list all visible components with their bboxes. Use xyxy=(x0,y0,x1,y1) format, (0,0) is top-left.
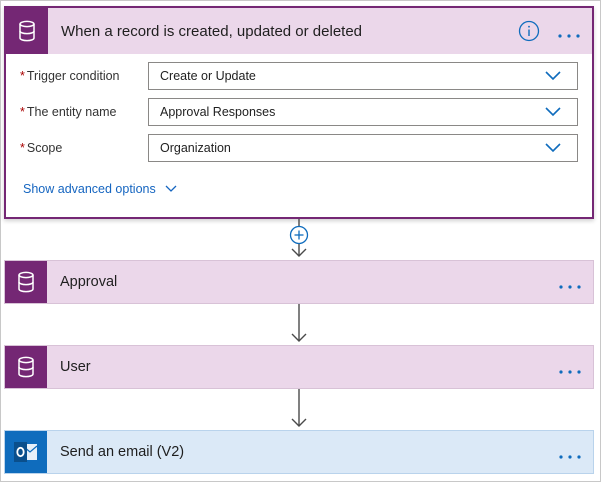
action-card-approval[interactable]: Approval xyxy=(4,260,594,304)
dropdown-value: Approval Responses xyxy=(160,105,276,119)
field-trigger-condition: * Trigger condition Create or Update xyxy=(6,61,592,91)
field-label: * Trigger condition xyxy=(20,69,120,83)
trigger-condition-dropdown[interactable]: Create or Update xyxy=(148,62,578,90)
database-icon xyxy=(5,346,47,388)
dropdown-value: Organization xyxy=(160,141,231,155)
more-options-icon[interactable] xyxy=(557,278,583,289)
action-card-user[interactable]: User xyxy=(4,345,594,389)
required-marker: * xyxy=(20,105,25,119)
required-marker: * xyxy=(20,69,25,83)
add-step-button[interactable] xyxy=(289,225,309,245)
chevron-down-icon xyxy=(545,143,561,153)
field-label-text: The entity name xyxy=(26,105,117,119)
chevron-down-icon xyxy=(545,71,561,81)
chevron-down-icon xyxy=(545,107,561,117)
dropdown-value: Create or Update xyxy=(160,69,256,83)
field-scope: * Scope Organization xyxy=(6,133,592,163)
trigger-card[interactable]: When a record is created, updated or del… xyxy=(4,6,594,219)
action-card-send-email[interactable]: Send an email (V2) xyxy=(4,430,594,474)
connector-arrow xyxy=(291,304,307,342)
field-label: * Scope xyxy=(20,141,62,155)
action-title: User xyxy=(60,359,91,375)
action-title: Approval xyxy=(60,274,118,290)
database-icon xyxy=(6,8,48,54)
plus-icon xyxy=(289,225,309,245)
trigger-title: When a record is created, updated or del… xyxy=(61,22,363,40)
trigger-card-header[interactable]: When a record is created, updated or del… xyxy=(6,8,592,54)
more-options-icon[interactable] xyxy=(557,448,583,459)
info-icon[interactable] xyxy=(518,20,540,42)
action-title: Send an email (V2) xyxy=(60,444,185,460)
advanced-link-text: Show advanced options xyxy=(23,182,156,196)
chevron-down-icon xyxy=(165,185,177,192)
connector-arrow xyxy=(291,389,307,427)
entity-name-dropdown[interactable]: Approval Responses xyxy=(148,98,578,126)
field-label-text: Trigger condition xyxy=(26,69,120,83)
show-advanced-options-link[interactable]: Show advanced options xyxy=(23,182,177,196)
more-options-icon[interactable] xyxy=(556,27,582,38)
more-options-icon[interactable] xyxy=(557,363,583,374)
scope-dropdown[interactable]: Organization xyxy=(148,134,578,162)
database-icon xyxy=(5,261,47,303)
field-entity-name: * The entity name Approval Responses xyxy=(6,97,592,127)
required-marker: * xyxy=(20,141,25,155)
outlook-icon xyxy=(5,431,47,473)
field-label: * The entity name xyxy=(20,105,117,119)
field-label-text: Scope xyxy=(26,141,63,155)
